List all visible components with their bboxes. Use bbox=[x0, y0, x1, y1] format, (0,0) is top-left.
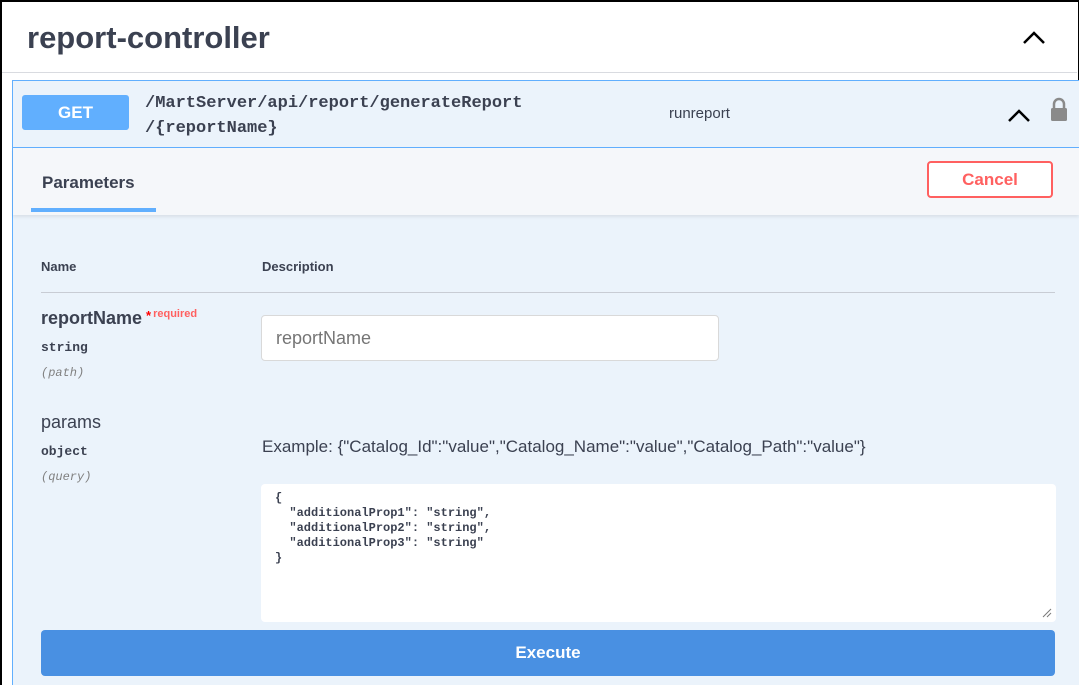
resize-grip-icon[interactable] bbox=[1042, 608, 1052, 618]
header-divider bbox=[41, 292, 1055, 293]
reportname-input[interactable] bbox=[261, 315, 719, 361]
param-name-reportname: reportName * required bbox=[41, 308, 197, 329]
path-line-2: /{reportName} bbox=[145, 119, 278, 138]
param-location: (query) bbox=[41, 470, 92, 484]
param-name-params: params bbox=[41, 412, 102, 432]
operation-summary[interactable]: GET /MartServer/api/report/generateRepor… bbox=[13, 81, 1079, 148]
param-type: object bbox=[41, 444, 88, 459]
tab-parameters[interactable]: Parameters bbox=[42, 173, 135, 193]
params-example: Example: {"Catalog_Id":"value","Catalog_… bbox=[262, 437, 866, 456]
operation-path: /MartServer/api/report/generateReport /{… bbox=[145, 91, 522, 141]
params-json-textarea[interactable]: { "additionalProp1": "string", "addition… bbox=[261, 484, 1056, 622]
param-location: (path) bbox=[41, 366, 85, 380]
execute-button[interactable]: Execute bbox=[41, 630, 1055, 676]
param-name-label: reportName bbox=[41, 308, 143, 328]
tab-bar: Parameters Cancel bbox=[13, 148, 1079, 215]
operation-description: runreport bbox=[669, 105, 730, 122]
column-header-name: Name bbox=[41, 259, 77, 274]
required-label: required bbox=[153, 308, 198, 320]
method-badge: GET bbox=[22, 95, 129, 130]
chevron-up-icon[interactable] bbox=[1019, 24, 1049, 52]
param-type: string bbox=[41, 340, 88, 355]
column-header-description: Description bbox=[262, 259, 334, 274]
tag-title: report-controller bbox=[27, 20, 270, 55]
path-line-1: /MartServer/api/report/generateReport bbox=[145, 94, 523, 113]
operation-block: GET /MartServer/api/report/generateRepor… bbox=[12, 80, 1079, 685]
lock-icon[interactable] bbox=[1049, 97, 1069, 123]
tag-header[interactable]: report-controller bbox=[2, 2, 1077, 73]
chevron-up-icon[interactable] bbox=[1006, 103, 1032, 127]
required-star: * bbox=[146, 308, 152, 323]
cancel-button[interactable]: Cancel bbox=[927, 161, 1053, 198]
tab-active-indicator bbox=[31, 208, 156, 212]
